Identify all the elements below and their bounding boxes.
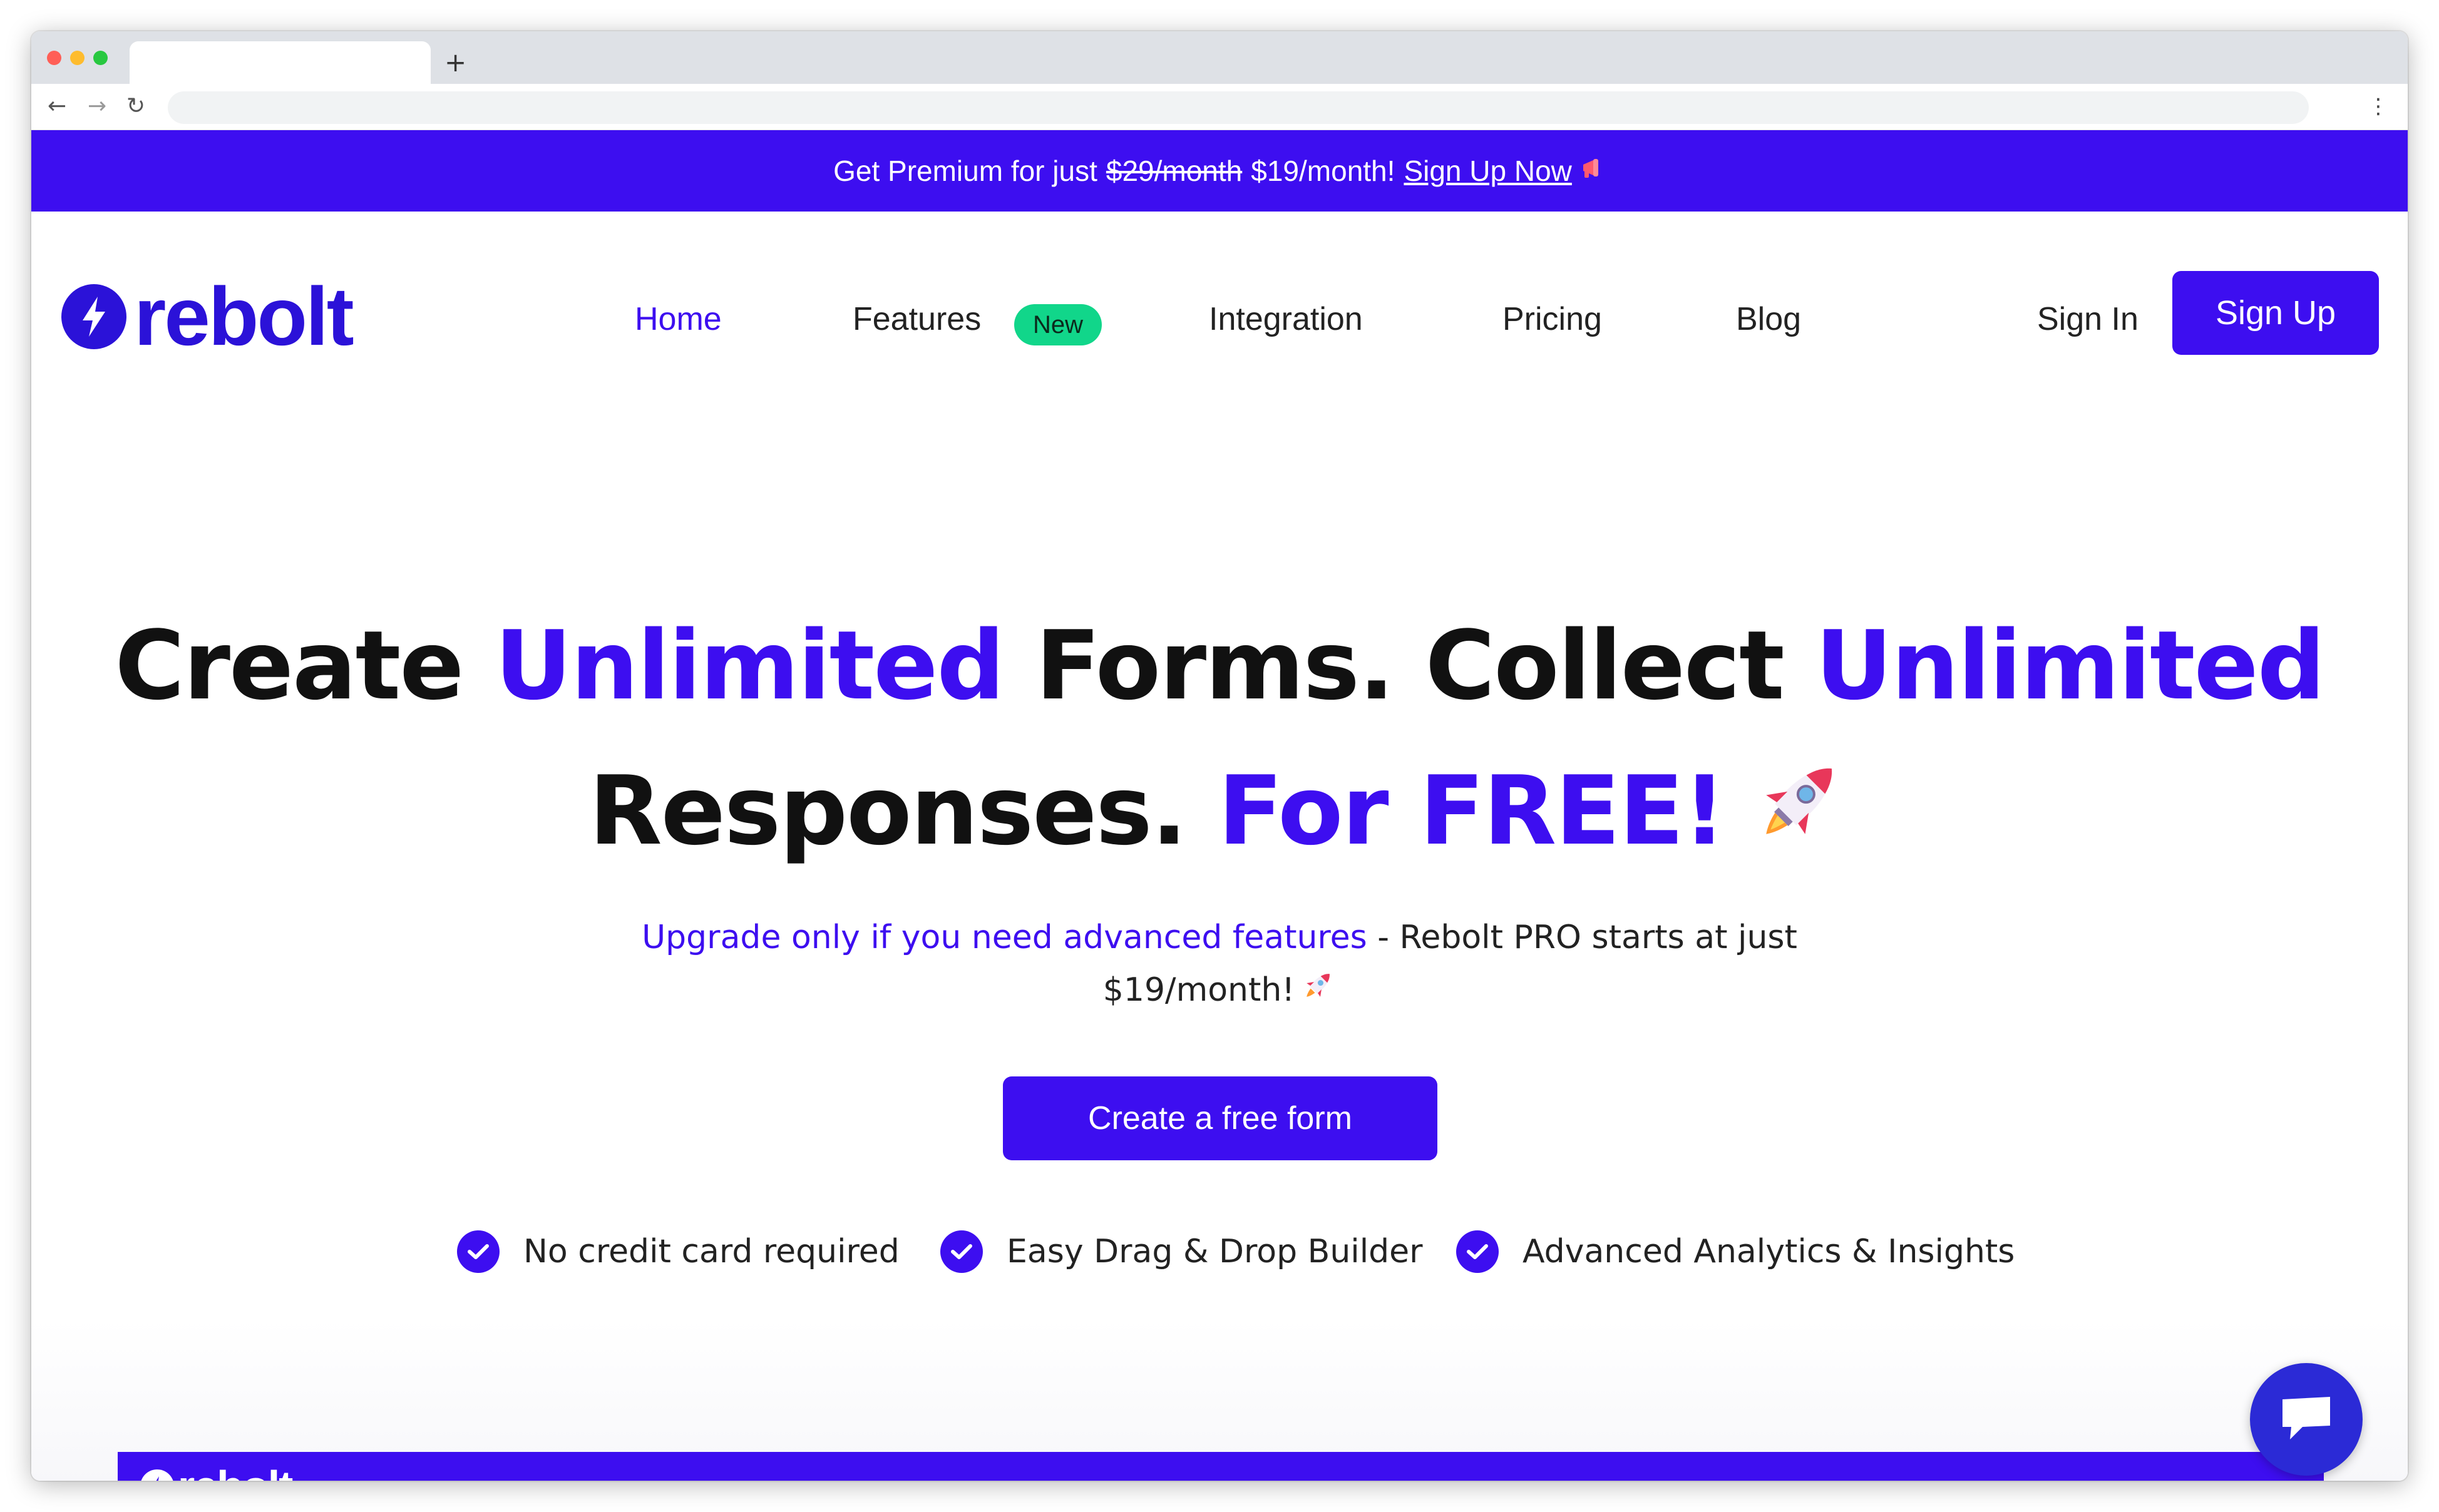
subtitle-highlight-link[interactable]: Upgrade only if you need advanced featur… — [642, 919, 1367, 956]
browser-menu-icon[interactable]: ⋮ — [2368, 91, 2389, 121]
preview-logo: rebolt — [140, 1464, 293, 1481]
nav-item-features[interactable]: Features — [853, 300, 981, 338]
promo-banner: Get Premium for just $29/month $19/month… — [31, 130, 2408, 212]
hero-highlight-unlimited-2: Unlimited — [1815, 610, 2326, 721]
perk-label: No credit card required — [523, 1233, 900, 1270]
rebolt-logo[interactable]: rebolt — [61, 270, 354, 362]
browser-tab-bar: + — [31, 31, 2408, 84]
nav-item-home[interactable]: Home — [635, 300, 722, 338]
chat-widget-button[interactable] — [2250, 1363, 2363, 1476]
nav-item-blog[interactable]: Blog — [1736, 300, 1801, 338]
preview-logo-text: rebolt — [178, 1464, 293, 1481]
perk-item: Advanced Analytics & Insights — [1456, 1230, 2015, 1273]
hero-line2-part1: Responses. — [588, 755, 1218, 866]
perk-item: No credit card required — [457, 1230, 900, 1273]
check-circle-icon — [940, 1230, 983, 1273]
subtitle-rest: - Rebolt PRO starts at just — [1367, 919, 1797, 956]
promo-lead-text: Get Premium for just — [833, 155, 1097, 187]
subtitle-price: $19/month! — [1102, 971, 1295, 1009]
nav-item-pricing[interactable]: Pricing — [1502, 300, 1602, 338]
hero-line1-part2: Forms. Collect — [1004, 610, 1815, 721]
hero-highlight-unlimited-1: Unlimited — [495, 610, 1005, 721]
new-badge: New — [1014, 304, 1102, 345]
perk-label: Advanced Analytics & Insights — [1522, 1233, 2015, 1270]
hero-headline: Create Unlimited Forms. Collect Unlimite… — [31, 593, 2408, 891]
chat-icon — [2282, 1397, 2330, 1439]
forward-arrow-icon[interactable]: → — [88, 93, 106, 120]
hero-subtitle: Upgrade only if you need advanced featur… — [31, 911, 2408, 1018]
rocket-icon — [1750, 745, 1850, 891]
app-preview-header: rebolt — [118, 1452, 2324, 1481]
sign-up-button[interactable]: Sign Up — [2172, 271, 2379, 355]
perk-item: Easy Drag & Drop Builder — [940, 1230, 1423, 1273]
sign-in-link[interactable]: Sign In — [2037, 300, 2139, 338]
promo-signup-link[interactable]: Sign Up Now — [1404, 154, 1571, 188]
create-free-form-button[interactable]: Create a free form — [1003, 1076, 1437, 1160]
address-bar[interactable] — [168, 91, 2309, 124]
small-rocket-icon — [1301, 966, 1336, 1018]
reload-icon[interactable]: ↻ — [126, 93, 145, 120]
check-circle-icon — [1456, 1230, 1499, 1273]
nav-item-integration[interactable]: Integration — [1209, 300, 1363, 338]
web-page: Get Premium for just $29/month $19/month… — [31, 130, 2408, 1481]
browser-toolbar: ← → ↻ ⋮ — [31, 84, 2408, 130]
perk-label: Easy Drag & Drop Builder — [1007, 1233, 1423, 1270]
close-window-button[interactable] — [47, 51, 61, 65]
browser-tab[interactable] — [130, 41, 431, 84]
back-arrow-icon[interactable]: ← — [48, 93, 66, 120]
main-navigation: rebolt Home Features New Integration Pri… — [31, 212, 2408, 393]
new-tab-button[interactable]: + — [444, 44, 466, 81]
promo-old-price: $29/month — [1106, 155, 1243, 187]
logo-text: rebolt — [134, 270, 354, 362]
megaphone-icon — [1581, 156, 1606, 185]
lightning-bolt-icon — [61, 284, 126, 349]
minimize-window-button[interactable] — [70, 51, 85, 65]
promo-new-price: $19/month! — [1251, 155, 1395, 187]
check-circle-icon — [457, 1230, 500, 1273]
hero-highlight-free: For FREE! — [1218, 755, 1726, 866]
lightning-bolt-icon — [140, 1469, 174, 1481]
browser-window: + ← → ↻ ⋮ Get Premium for just $29/month… — [31, 31, 2408, 1481]
maximize-window-button[interactable] — [93, 51, 108, 65]
hero-line1-part1: Create — [115, 610, 495, 721]
